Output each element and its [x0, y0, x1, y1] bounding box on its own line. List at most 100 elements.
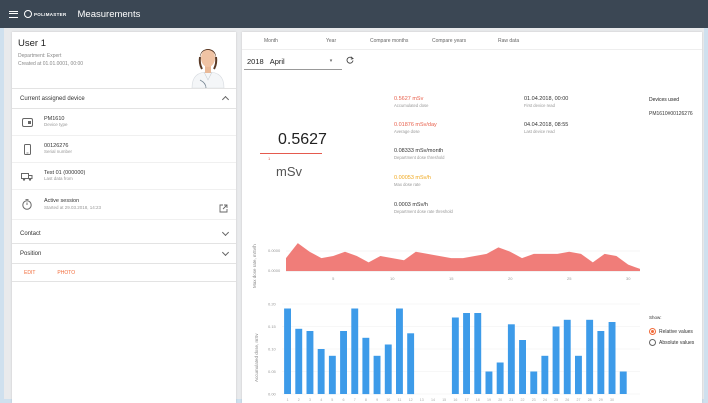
- avatar: [186, 36, 230, 88]
- total-dose-unit: mSv: [276, 164, 302, 179]
- dept-threshold-value: 0.08333 mSv/month: [394, 148, 444, 154]
- bar-chart-xtick: 7: [354, 398, 356, 402]
- top-bar: POLIMASTER Measurements: [0, 0, 708, 28]
- bar-chart-bar: [563, 319, 571, 395]
- last-data-row: Test 01 (000000) Last data from: [12, 163, 236, 190]
- bar-chart-xtick: 18: [476, 398, 480, 402]
- bar-chart-bar: [284, 308, 291, 394]
- bar-chart-bar: [552, 326, 560, 394]
- area-chart-ytick: 0.0000: [268, 268, 281, 273]
- bar-chart-xtick: 22: [521, 398, 525, 402]
- bar-chart-xtick: 1: [287, 398, 289, 402]
- bar-chart-xtick: 27: [577, 398, 581, 402]
- bar-chart-bar: [530, 371, 538, 394]
- bar-chart-xtick: 15: [442, 398, 446, 402]
- bar-chart-ytick: 0.10: [268, 347, 277, 352]
- dept-threshold-label: Department dose threshold: [394, 154, 445, 160]
- photo-button[interactable]: PHOTO: [57, 270, 75, 276]
- last-data-label: Last data from: [44, 176, 73, 181]
- bar-chart-bar: [362, 337, 370, 395]
- refresh-icon[interactable]: [346, 56, 355, 66]
- user-actions: EDIT PHOTO: [12, 264, 236, 282]
- bar-chart-xtick: 13: [420, 398, 424, 402]
- last-read-label: Last device read: [524, 128, 555, 134]
- bar-chart-bar: [496, 362, 504, 394]
- period-month: April: [269, 56, 285, 66]
- tab-year[interactable]: Year: [326, 38, 336, 44]
- bar-chart-ytick: 0.15: [268, 324, 277, 329]
- bar-chart-bar: [295, 328, 303, 394]
- chevron-down-icon[interactable]: [221, 228, 230, 237]
- brand-logo: POLIMASTER: [24, 10, 67, 18]
- first-read-label: First device read: [524, 102, 555, 108]
- tab-compare-months[interactable]: Compare months: [370, 38, 408, 44]
- bar-chart-xtick: 26: [565, 398, 569, 402]
- contact-section-header[interactable]: Contact: [12, 224, 236, 244]
- total-dose-tick: 1: [268, 156, 271, 161]
- edit-button[interactable]: EDIT: [24, 270, 35, 276]
- dropdown-arrow-icon[interactable]: ▾: [330, 58, 333, 64]
- user-card: User 1 Department: Expert Created at 01.…: [12, 32, 236, 89]
- period-selector[interactable]: 2018 April ▾: [242, 52, 355, 70]
- bar-chart-xtick: 30: [610, 398, 614, 402]
- open-external-icon[interactable]: [219, 200, 228, 218]
- current-device-header[interactable]: Current assigned device: [12, 89, 236, 109]
- bar-chart-bar: [328, 355, 336, 395]
- area-chart-xtick: 5: [332, 276, 335, 281]
- device-icon: [20, 117, 34, 127]
- bar-chart-bar: [519, 340, 526, 394]
- bar-chart-xtick: 3: [309, 398, 311, 402]
- menu-icon[interactable]: [9, 10, 18, 18]
- accumulated-dose-stat: 0.5627 mSv Accumulated dose: [394, 96, 428, 108]
- bar-chart-xtick: 8: [365, 398, 367, 402]
- area-chart-ytick: 0.0000: [268, 248, 281, 253]
- bar-chart-bar: [340, 331, 347, 394]
- devices-used-value: PM1610#00126276: [649, 111, 693, 117]
- bar-chart-xtick: 23: [532, 398, 536, 402]
- absolute-values-radio[interactable]: Absolute values: [649, 339, 694, 346]
- first-read-stat: 01.04.2018, 00:00 First device read: [524, 96, 568, 108]
- device-type-label: Device type: [44, 122, 68, 127]
- bar-chart-bar: [351, 308, 359, 394]
- average-dose-label: Average dose: [394, 128, 420, 134]
- bar-chart-bar: [575, 355, 582, 395]
- bar-chart-bar: [407, 333, 415, 395]
- relative-values-radio[interactable]: Relative values: [649, 328, 693, 335]
- chevron-down-icon[interactable]: [221, 248, 230, 257]
- bar-chart: 0.000.050.100.150.201 2 3 4 5 6 7 8 9 10 11 12 13 14 1…: [268, 302, 640, 402]
- radio-checked-icon[interactable]: [649, 328, 656, 335]
- brand-name: POLIMASTER: [34, 11, 67, 17]
- bar-chart-bar: [317, 349, 325, 394]
- position-section-title: Position: [20, 250, 42, 257]
- bar-chart-bar: [463, 313, 470, 394]
- bar-chart-bar: [396, 308, 403, 394]
- bar-chart-xtick: 6: [343, 398, 345, 402]
- area-chart-ylabel: Max dose rate, mSv/h: [252, 244, 257, 288]
- tab-month[interactable]: Month: [264, 38, 278, 44]
- total-dose-threshold-line: [260, 153, 322, 154]
- dept-threshold-stat: 0.08333 mSv/month Department dose thresh…: [394, 148, 445, 160]
- last-read-stat: 04.04.2018, 08:55 Last device read: [524, 122, 568, 134]
- bar-chart-xtick: 25: [554, 398, 558, 402]
- bar-chart-bar: [597, 331, 605, 394]
- total-dose-value: 0.5627: [278, 131, 327, 148]
- position-section-header[interactable]: Position: [12, 244, 236, 264]
- contact-section-title: Contact: [20, 230, 41, 237]
- tab-compare-years[interactable]: Compare years: [432, 38, 466, 44]
- tab-raw-data[interactable]: Raw data: [498, 38, 519, 44]
- area-chart-xtick: 15: [449, 276, 454, 281]
- bar-chart-ytick: 0.00: [268, 392, 277, 397]
- bar-chart-ytick: 0.05: [268, 369, 277, 374]
- bar-chart-ytick: 0.20: [268, 302, 277, 307]
- max-rate-value: 0.00053 mSv/h: [394, 175, 431, 181]
- chevron-up-icon[interactable]: [221, 95, 230, 104]
- tab-bar: Month Year Compare months Compare years …: [242, 32, 702, 50]
- area-chart-xtick: 25: [567, 276, 572, 281]
- bar-chart-bar: [384, 344, 392, 394]
- devices-used-title: Devices used: [649, 97, 680, 103]
- active-session-row: Active session Started at 29.03.2018, 14…: [12, 190, 236, 220]
- radio-unchecked-icon[interactable]: [649, 339, 656, 346]
- bar-chart-bar: [541, 355, 549, 395]
- bar-chart-xtick: 9: [376, 398, 378, 402]
- period-year: 2018: [247, 56, 264, 66]
